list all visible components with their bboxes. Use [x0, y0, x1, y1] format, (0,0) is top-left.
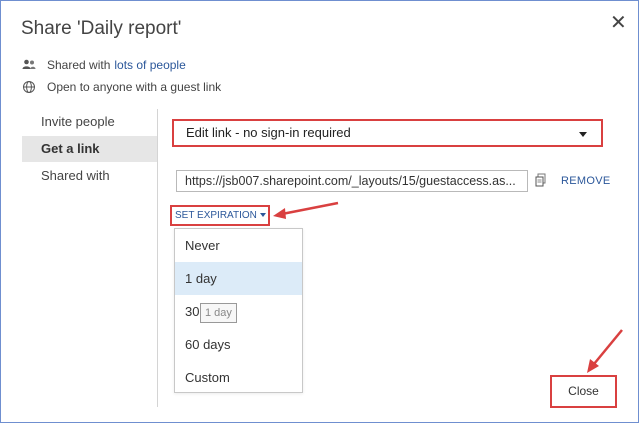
permission-select[interactable]: Edit link - no sign-in required [172, 119, 603, 147]
vertical-divider [157, 109, 158, 407]
remove-link-button[interactable]: REMOVE [561, 175, 610, 187]
sidebar-item-get-a-link[interactable]: Get a link [22, 136, 158, 162]
sidebar: Invite people Get a link Shared with [22, 109, 158, 190]
expiration-option-never[interactable]: Never [175, 229, 302, 262]
permission-select-value: Edit link - no sign-in required [186, 125, 351, 140]
sidebar-item-shared-with[interactable]: Shared with [22, 163, 158, 189]
caret-down-icon [259, 213, 266, 218]
guest-link-row: Open to anyone with a guest link [22, 80, 221, 94]
close-icon[interactable]: ✕ [610, 13, 627, 33]
expiration-option-30-days[interactable]: 30 days [175, 295, 302, 328]
expiration-option-custom[interactable]: Custom [175, 361, 302, 394]
guest-link-text: Open to anyone with a guest link [47, 80, 222, 94]
shared-with-prefix: Shared with [47, 58, 111, 72]
hover-tooltip: 1 day [200, 303, 237, 323]
shared-with-link[interactable]: lots of people [114, 58, 185, 72]
dialog-title: Share 'Daily report' [21, 18, 182, 39]
shared-with-row: Shared with lots of people [22, 58, 186, 72]
copy-icon[interactable] [535, 173, 547, 187]
expiration-option-60-days[interactable]: 60 days [175, 328, 302, 361]
close-button[interactable]: Close [550, 375, 617, 408]
people-icon [22, 58, 36, 72]
globe-icon [22, 80, 36, 94]
set-expiration-label: SET EXPIRATION [175, 210, 257, 221]
set-expiration-button[interactable]: SET EXPIRATION [170, 205, 270, 226]
link-url-field[interactable]: https://jsb007.sharepoint.com/_layouts/1… [176, 170, 528, 192]
sidebar-item-invite-people[interactable]: Invite people [22, 109, 158, 135]
chevron-down-icon [579, 132, 587, 137]
expiration-option-1-day[interactable]: 1 day [175, 262, 302, 295]
expiration-dropdown: Never 1 day 30 days 60 days Custom [174, 228, 303, 393]
